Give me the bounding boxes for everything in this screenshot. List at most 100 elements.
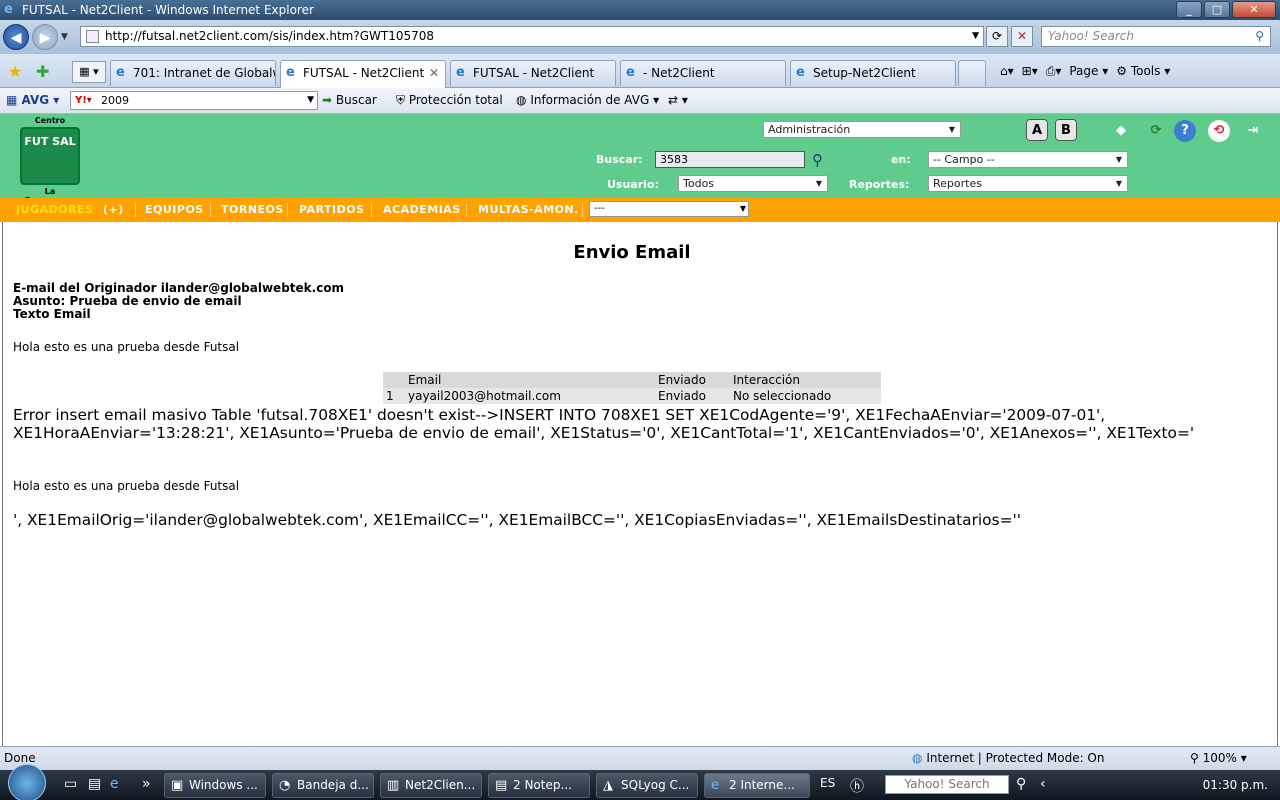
- usuario-select-value: Todos: [683, 177, 715, 190]
- cell-index: 1: [383, 388, 405, 404]
- avg-buscar-button[interactable]: ➡ Buscar: [322, 88, 377, 112]
- font-a-button[interactable]: A: [1026, 119, 1048, 141]
- menu-select[interactable]: --- ▼: [589, 201, 749, 217]
- avg-info-label: Información de AVG: [530, 93, 650, 107]
- admin-select[interactable]: Administración ▼: [763, 121, 961, 138]
- refresh-icon[interactable]: ⟳: [986, 26, 1008, 47]
- futsal-logo[interactable]: Centro FUT SAL La Guacamaya: [18, 116, 82, 205]
- avg-info-button[interactable]: ◍ Información de AVG ▾: [516, 88, 659, 112]
- campo-select[interactable]: -- Campo -- ▼: [928, 151, 1128, 168]
- ie-quicklaunch-icon[interactable]: e: [110, 776, 119, 792]
- avg-extra-icon[interactable]: ⇄ ▾: [668, 88, 688, 112]
- search-icon[interactable]: ⚲: [1016, 776, 1026, 792]
- taskbar-search-input[interactable]: Yahoo! Search: [885, 775, 1009, 794]
- tab-futsal-active[interactable]: e FUTSAL - Net2Client ✕: [280, 60, 446, 88]
- new-tab-button[interactable]: [958, 60, 986, 86]
- zoom-control[interactable]: ⚲ 100% ▾: [1190, 747, 1247, 769]
- page-title: Envio Email: [573, 242, 691, 263]
- browser-search-input[interactable]: Yahoo! Search ⚲: [1041, 26, 1271, 47]
- tray-expand-icon[interactable]: ‹: [1040, 776, 1046, 792]
- avg-search-input[interactable]: Y!▾ 2009 ▼: [70, 91, 318, 110]
- address-bar[interactable]: http://futsal.net2client.com/sis/index.h…: [80, 26, 984, 47]
- menu-divider: [466, 203, 467, 217]
- subject-line: Asunto: Prueba de envio de email: [13, 294, 242, 308]
- avg-logo[interactable]: ▦ AVG ▾: [6, 88, 59, 112]
- refresh-app-icon[interactable]: ⟳: [1145, 120, 1167, 142]
- switch-windows-icon[interactable]: ▤: [88, 776, 101, 792]
- chevron-down-icon: ▼: [1115, 155, 1123, 164]
- exit-icon[interactable]: ⇥: [1242, 120, 1264, 142]
- close-button[interactable]: ✕: [1232, 1, 1276, 18]
- tab-intranet[interactable]: e 701: Intranet de Globalw...: [110, 60, 276, 86]
- quicklaunch-more-icon[interactable]: »: [142, 776, 151, 792]
- menu-equipos[interactable]: EQUIPOS: [145, 198, 204, 222]
- home-icon[interactable]: ⌂▾: [1000, 62, 1014, 80]
- explorer-icon: ▣: [171, 778, 184, 793]
- back-button[interactable]: ◀: [3, 24, 29, 50]
- feeds-icon[interactable]: ⊞▾: [1022, 62, 1038, 80]
- add-favorites-icon[interactable]: ✚: [36, 62, 49, 81]
- buscar-input[interactable]: 3583: [655, 151, 805, 168]
- usuario-select[interactable]: Todos ▼: [678, 175, 828, 192]
- tab-setup[interactable]: e Setup-Net2Client: [790, 60, 956, 86]
- ie-logo-icon: e: [4, 2, 13, 17]
- menu-torneos[interactable]: TORNEOS: [221, 198, 284, 222]
- language-indicator[interactable]: ES: [820, 776, 835, 790]
- sync-icon[interactable]: ⟲: [1208, 120, 1230, 142]
- cell-email: yayail2003@hotmail.com: [405, 388, 655, 404]
- show-desktop-icon[interactable]: ▭: [64, 776, 77, 792]
- browser-search-placeholder: Yahoo! Search: [1048, 29, 1134, 43]
- avg-proteccion-label: Protección total: [408, 93, 503, 107]
- system-tray: 01:30 p.m.: [1150, 770, 1280, 800]
- address-dropdown-icon[interactable]: ▼: [972, 27, 979, 46]
- stop-icon[interactable]: ✕: [1011, 26, 1033, 47]
- tab-net2client[interactable]: e - Net2Client: [620, 60, 786, 86]
- menu-jugadores[interactable]: JUGADORES: [16, 198, 93, 222]
- security-zone[interactable]: ◍ Internet | Protected Mode: On: [912, 747, 1104, 769]
- taskbar-label: 2 Interne...: [729, 778, 795, 792]
- chevron-down-icon: ▼: [1115, 179, 1123, 188]
- taskbar-bandeja[interactable]: ◔ Bandeja d...: [272, 773, 374, 798]
- col-email: Email: [405, 372, 655, 388]
- minimize-button[interactable]: _: [1176, 1, 1202, 18]
- command-bar: ⌂▾ ⊞▾ ⎙▾ Page ▾ ⚙ Tools ▾: [1000, 62, 1170, 80]
- page-menu-label: Page: [1069, 64, 1099, 78]
- reportes-select[interactable]: Reportes ▼: [928, 175, 1128, 192]
- tab-futsal-2[interactable]: e FUTSAL - Net2Client: [450, 60, 616, 86]
- originator-line: E-mail del Originador ilander@globalwebt…: [13, 281, 345, 295]
- favorites-star-icon[interactable]: ★: [8, 62, 22, 81]
- hp-icon[interactable]: ⓗ: [850, 776, 864, 796]
- help-icon[interactable]: ?: [1174, 120, 1196, 142]
- tabs-toolbar: ★ ✚ ▦ ▾ e 701: Intranet de Globalw... e …: [0, 54, 1280, 88]
- clock[interactable]: 01:30 p.m.: [1203, 770, 1268, 800]
- chevron-down-icon: ▼: [739, 204, 746, 213]
- history-dropdown-icon[interactable]: ▼: [61, 32, 68, 42]
- forward-button[interactable]: ▶: [32, 24, 58, 50]
- avg-proteccion-button[interactable]: ⛨ Protección total: [396, 88, 503, 112]
- menu-add[interactable]: (+): [103, 198, 124, 222]
- search-icon[interactable]: ⚲: [1255, 27, 1264, 46]
- tools-menu[interactable]: ⚙ Tools ▾: [1116, 62, 1170, 80]
- tag-icon[interactable]: ◆: [1110, 120, 1132, 142]
- taskbar-net2client[interactable]: ▥ Net2Clien...: [380, 773, 482, 798]
- menu-partidos[interactable]: PARTIDOS: [299, 198, 365, 222]
- taskbar-internet-explorer[interactable]: e 2 Interne...: [704, 773, 810, 798]
- app-icon: ▥: [387, 778, 400, 793]
- page-menu[interactable]: Page ▾: [1069, 62, 1108, 80]
- avg-search-dropdown-icon[interactable]: ▼: [307, 92, 314, 109]
- logo-emblem: FUT SAL: [20, 127, 80, 185]
- print-icon[interactable]: ⎙▾: [1046, 62, 1062, 80]
- menu-multas-amon[interactable]: MULTAS-AMON.: [478, 198, 579, 222]
- search-icon[interactable]: ⚲: [812, 151, 823, 169]
- start-button[interactable]: [8, 764, 46, 800]
- taskbar-notepad[interactable]: ▤ 2 Notep...: [488, 773, 590, 798]
- taskbar-sqlyog[interactable]: ◮ SQLyog C...: [596, 773, 698, 798]
- maximize-button[interactable]: □: [1204, 1, 1230, 18]
- menu-academias[interactable]: ACADEMIAS: [383, 198, 461, 222]
- quick-tabs-button[interactable]: ▦ ▾: [72, 61, 106, 83]
- menu-select-value: ---: [594, 203, 605, 214]
- taskbar-windows[interactable]: ▣ Windows ...: [164, 773, 266, 798]
- menu-divider: [371, 203, 372, 217]
- tab-close-icon[interactable]: ✕: [429, 61, 439, 85]
- font-b-button[interactable]: B: [1055, 119, 1077, 141]
